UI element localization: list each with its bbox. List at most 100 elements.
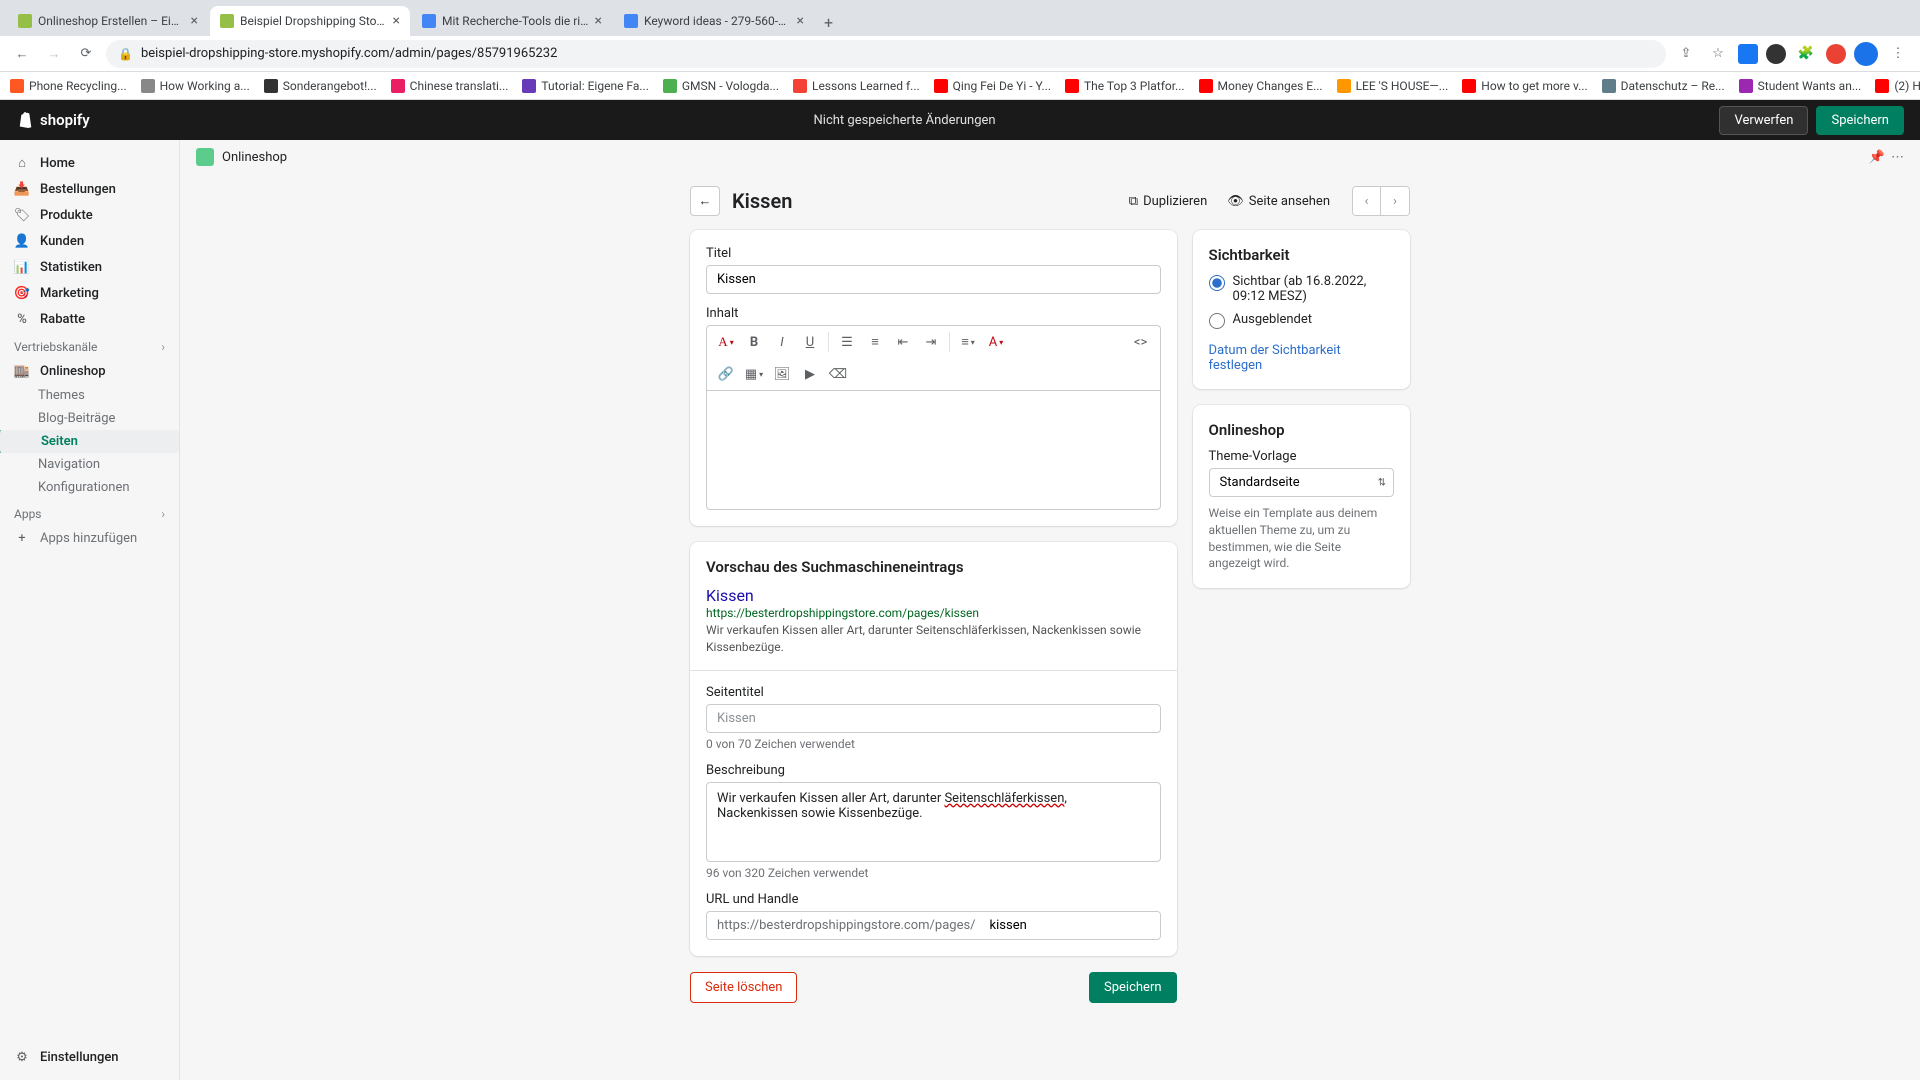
- html-view-button[interactable]: <>: [1128, 330, 1154, 354]
- reload-icon[interactable]: ⟳: [74, 42, 98, 66]
- next-page-button[interactable]: ›: [1381, 187, 1409, 215]
- sidebar-sub-config[interactable]: Konfigurationen: [0, 476, 179, 499]
- content-card: Titel Inhalt A▾ B I U ☰ ≡ ⇤: [690, 230, 1177, 526]
- sidebar-item-orders[interactable]: 📥Bestellungen: [0, 176, 179, 202]
- bookmark-item[interactable]: Qing Fei De Yi - Y...: [934, 79, 1051, 93]
- new-tab-button[interactable]: +: [816, 9, 841, 36]
- bookmark-item[interactable]: Chinese translati...: [391, 79, 509, 93]
- image-button[interactable]: 🖼: [769, 362, 795, 386]
- star-icon[interactable]: ☆: [1706, 42, 1730, 66]
- radio-hidden[interactable]: [1209, 313, 1225, 329]
- description-input[interactable]: Wir verkaufen Kissen aller Art, darunter…: [706, 782, 1161, 862]
- extension-icon[interactable]: [1826, 44, 1846, 64]
- url-label: URL und Handle: [706, 892, 1161, 907]
- sidebar-item-add-apps[interactable]: +Apps hinzufügen: [0, 525, 179, 551]
- browser-tab-active[interactable]: Beispiel Dropshipping Store×: [210, 6, 410, 36]
- theme-card: Onlineshop Theme-Vorlage Standardseite W…: [1193, 405, 1410, 588]
- close-icon[interactable]: ×: [393, 14, 400, 28]
- underline-button[interactable]: U: [797, 330, 823, 354]
- seo-preview-description: Wir verkaufen Kissen aller Art, darunter…: [706, 622, 1161, 656]
- sidebar-item-products[interactable]: 🏷Produkte: [0, 202, 179, 228]
- indent-button[interactable]: ⇥: [918, 330, 944, 354]
- sidebar-item-customers[interactable]: 👤Kunden: [0, 228, 179, 254]
- clear-format-button[interactable]: ⌫: [825, 362, 851, 386]
- bookmark-item[interactable]: Sonderangebot!...: [264, 79, 377, 93]
- numbered-list-button[interactable]: ≡: [862, 330, 888, 354]
- bookmark-item[interactable]: Datenschutz – Re...: [1602, 79, 1725, 93]
- visibility-visible-option[interactable]: Sichtbar (ab 16.8.2022, 09:12 MESZ): [1209, 274, 1394, 304]
- pin-icon[interactable]: 📌: [1869, 150, 1885, 165]
- bookmark-item[interactable]: The Top 3 Platfor...: [1065, 79, 1185, 93]
- save-page-button[interactable]: Speichern: [1089, 972, 1177, 1003]
- browser-tab[interactable]: Mit Recherche-Tools die richt×: [412, 6, 612, 36]
- more-icon[interactable]: ⋯: [1891, 150, 1904, 165]
- view-page-button[interactable]: 👁Seite ansehen: [1223, 190, 1334, 213]
- outdent-button[interactable]: ⇤: [890, 330, 916, 354]
- bookmark-item[interactable]: Student Wants an...: [1739, 79, 1862, 93]
- bookmark-item[interactable]: GMSN - Vologda...: [663, 79, 779, 93]
- discard-button[interactable]: Verwerfen: [1719, 106, 1808, 135]
- bold-button[interactable]: B: [741, 330, 767, 354]
- video-button[interactable]: ▶: [797, 362, 823, 386]
- shopify-logo[interactable]: shopify: [16, 111, 90, 129]
- sidebar-section-channels[interactable]: Vertriebskanäle›: [0, 332, 179, 358]
- close-icon[interactable]: ×: [595, 14, 602, 28]
- browser-tab[interactable]: Keyword ideas - 279-560-18×: [614, 6, 814, 36]
- bookmark-item[interactable]: (2) How To Add A...: [1875, 79, 1920, 93]
- title-input[interactable]: [706, 265, 1161, 294]
- duplicate-icon: ⧉: [1129, 194, 1138, 209]
- sidebar-sub-blog[interactable]: Blog-Beiträge: [0, 407, 179, 430]
- extension-icon[interactable]: [1738, 44, 1758, 64]
- sidebar-item-marketing[interactable]: 🎯Marketing: [0, 280, 179, 306]
- radio-visible[interactable]: [1209, 275, 1225, 291]
- bookmark-item[interactable]: How to get more v...: [1462, 79, 1587, 93]
- menu-icon[interactable]: ⋮: [1886, 42, 1910, 66]
- url-input-group: https://besterdropshippingstore.com/page…: [706, 911, 1161, 940]
- url-handle-input[interactable]: [986, 912, 1160, 939]
- bookmark-item[interactable]: LEE 'S HOUSE—...: [1337, 79, 1449, 93]
- set-visibility-date-link[interactable]: Datum der Sichtbarkeit festlegen: [1209, 343, 1341, 373]
- breadcrumb-label[interactable]: Onlineshop: [222, 150, 287, 165]
- text-color-button[interactable]: A▾: [983, 330, 1009, 354]
- browser-tab[interactable]: Onlineshop Erstellen – Einfac×: [8, 6, 208, 36]
- bookmark-item[interactable]: Money Changes E...: [1199, 79, 1323, 93]
- sidebar-sub-themes[interactable]: Themes: [0, 384, 179, 407]
- extension-icon[interactable]: [1766, 44, 1786, 64]
- close-icon[interactable]: ×: [191, 14, 198, 28]
- save-button[interactable]: Speichern: [1816, 106, 1904, 135]
- visibility-hidden-option[interactable]: Ausgeblendet: [1209, 312, 1394, 329]
- extensions-icon[interactable]: 🧩: [1794, 42, 1818, 66]
- bookmark-item[interactable]: Phone Recycling...: [10, 79, 127, 93]
- back-button[interactable]: ←: [690, 186, 720, 216]
- plus-icon: +: [14, 530, 30, 546]
- link-button[interactable]: 🔗: [713, 362, 739, 386]
- bullet-list-button[interactable]: ☰: [834, 330, 860, 354]
- sidebar-item-home[interactable]: ⌂Home: [0, 150, 179, 176]
- profile-avatar[interactable]: [1854, 42, 1878, 66]
- table-button[interactable]: ▦▾: [741, 362, 767, 386]
- share-icon[interactable]: ⇪: [1674, 42, 1698, 66]
- sidebar-section-apps[interactable]: Apps›: [0, 499, 179, 525]
- close-icon[interactable]: ×: [797, 14, 804, 28]
- sidebar-sub-navigation[interactable]: Navigation: [0, 453, 179, 476]
- sidebar-item-discounts[interactable]: %Rabatte: [0, 306, 179, 332]
- back-icon[interactable]: ←: [10, 42, 34, 66]
- sidebar-item-settings[interactable]: ⚙Einstellungen: [0, 1044, 179, 1070]
- align-button[interactable]: ≡▾: [955, 330, 981, 354]
- url-input[interactable]: 🔒 beispiel-dropshipping-store.myshopify.…: [106, 40, 1666, 68]
- bookmark-item[interactable]: Lessons Learned f...: [793, 79, 920, 93]
- delete-page-button[interactable]: Seite löschen: [690, 972, 797, 1003]
- paragraph-style-button[interactable]: A▾: [713, 330, 739, 354]
- duplicate-button[interactable]: ⧉Duplizieren: [1125, 190, 1211, 213]
- theme-template-select[interactable]: Standardseite: [1209, 468, 1394, 497]
- prev-page-button[interactable]: ‹: [1353, 187, 1381, 215]
- page-title-input[interactable]: [706, 704, 1161, 733]
- italic-button[interactable]: I: [769, 330, 795, 354]
- bookmark-item[interactable]: Tutorial: Eigene Fa...: [522, 79, 648, 93]
- content-editor[interactable]: [706, 390, 1161, 510]
- sidebar-item-analytics[interactable]: 📊Statistiken: [0, 254, 179, 280]
- sidebar-item-onlineshop[interactable]: 🏬Onlineshop: [0, 358, 179, 384]
- orders-icon: 📥: [14, 181, 30, 197]
- sidebar-sub-pages[interactable]: Seiten: [0, 430, 179, 453]
- bookmark-item[interactable]: How Working a...: [141, 79, 250, 93]
